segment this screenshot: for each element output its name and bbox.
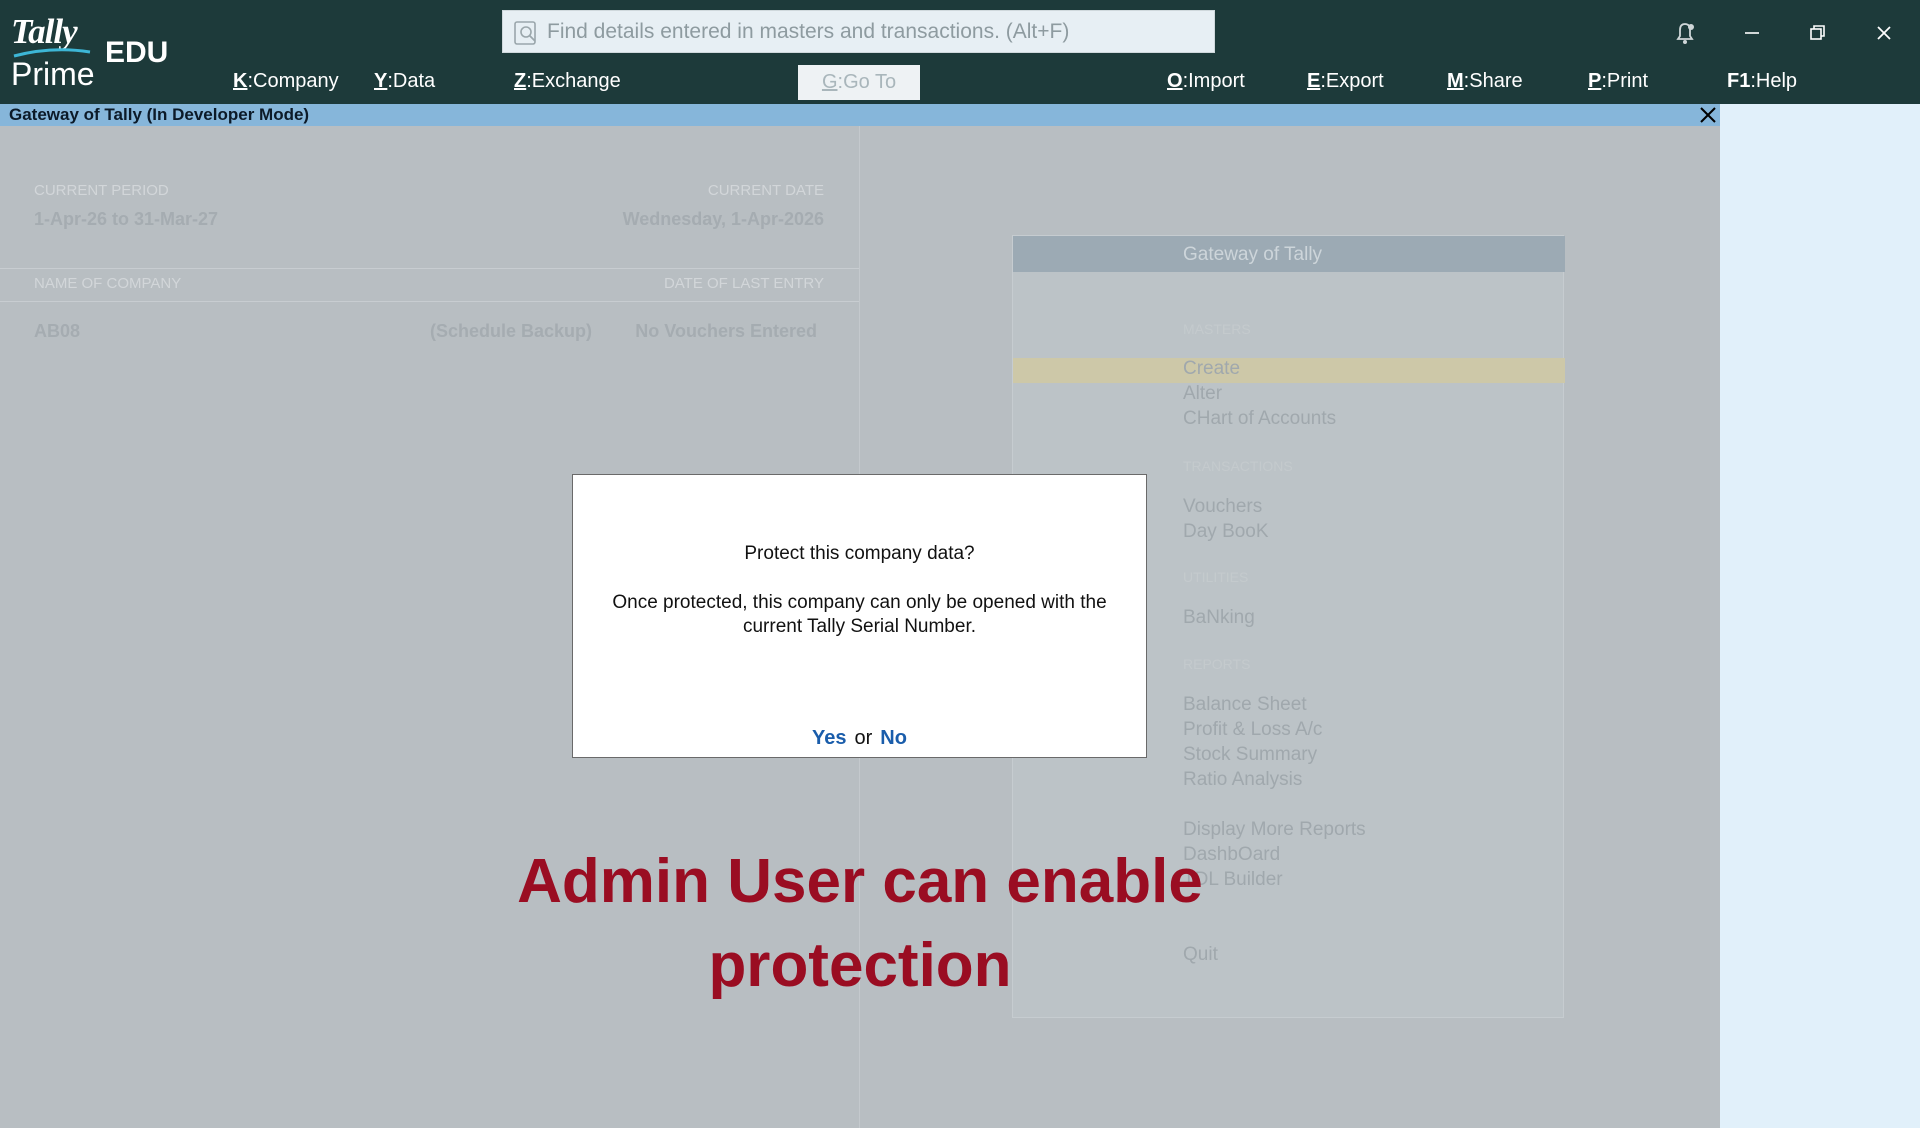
menu-item-banking[interactable]: BaNking (1183, 607, 1255, 629)
menu-label: Share (1469, 70, 1523, 92)
menu-help[interactable]: F1:Help (1727, 70, 1797, 93)
menu-item-alter[interactable]: Alter (1183, 383, 1222, 405)
menu-goto[interactable]: G:Go To (798, 65, 920, 100)
app-logo-tally: Tally (11, 12, 78, 51)
menu-item-stock-summary[interactable]: Stock Summary (1183, 744, 1317, 766)
menu-item-balance-sheet[interactable]: Balance Sheet (1183, 694, 1307, 716)
menu-company[interactable]: K:Company (233, 70, 339, 93)
company-name[interactable]: AB08 (34, 321, 80, 342)
menu-label: Print (1606, 70, 1649, 92)
menu-item-profit-loss[interactable]: Profit & Loss A/c (1183, 719, 1322, 741)
app-edition: EDU (105, 36, 169, 69)
menu-key: Y (374, 70, 388, 92)
search-icon (514, 21, 536, 45)
menu-key: O (1167, 70, 1183, 92)
current-period-value: 1-Apr-26 to 31-Mar-27 (34, 209, 219, 229)
menu-item-create[interactable]: Create (1183, 358, 1240, 380)
caption-line-1: Admin User can enable (517, 847, 1203, 916)
menu-label: Data (392, 70, 436, 92)
schedule-backup: (Schedule Backup) (430, 321, 593, 341)
menu-item-display-more-reports[interactable]: Display More Reports (1183, 819, 1366, 841)
menu-item-ratio-analysis[interactable]: Ratio Analysis (1183, 769, 1302, 791)
gateway-header: Gateway of Tally (1013, 236, 1565, 272)
menu-label: Company (253, 70, 339, 92)
menu-share[interactable]: M:Share (1447, 70, 1523, 93)
close-icon[interactable] (1869, 18, 1899, 48)
protect-company-dialog: Protect this company data? Once protecte… (572, 474, 1147, 758)
menu-key: G (821, 71, 838, 93)
top-bar: Tally Prime EDU Find details entered in … (0, 0, 1920, 104)
menu-key: M (1447, 70, 1464, 92)
menu-import[interactable]: O:Import (1167, 70, 1245, 93)
current-period-label: CURRENT PERIOD (34, 182, 169, 199)
menu-exchange[interactable]: Z:Exchange (514, 70, 621, 93)
section-transactions: TRANSACTIONS (1183, 458, 1293, 474)
section-utilities: UTILITIES (1183, 569, 1249, 585)
window-title-bar: Gateway of Tally (In Developer Mode) (0, 104, 1720, 126)
menu-key: Z (514, 70, 527, 92)
menu-data[interactable]: Y:Data (374, 70, 435, 93)
or-label: or (854, 727, 873, 749)
menu-print[interactable]: P:Print (1588, 70, 1648, 93)
search-input[interactable]: Find details entered in masters and tran… (502, 10, 1215, 53)
menu-key: K (233, 70, 248, 92)
menu-label: Go To (843, 71, 897, 93)
company-name-label: NAME OF COMPANY (34, 275, 182, 292)
window-title: Gateway of Tally (In Developer Mode) (9, 105, 310, 124)
menu-key: F1 (1727, 70, 1751, 92)
minimize-icon[interactable] (1737, 18, 1767, 48)
current-date-label: CURRENT DATE (707, 182, 824, 199)
menu-label: Import (1188, 70, 1245, 92)
right-button-panel (1720, 104, 1920, 1128)
menu-key: P (1588, 70, 1602, 92)
menu-key: E (1307, 70, 1321, 92)
current-date-value: Wednesday, 1-Apr-2026 (622, 209, 824, 229)
menu-label: Export (1325, 70, 1384, 92)
menu-export[interactable]: E:Export (1307, 70, 1384, 93)
divider (0, 268, 859, 269)
section-reports: REPORTS (1183, 656, 1251, 672)
search-placeholder: Find details entered in masters and tran… (547, 20, 1070, 43)
gateway-title: Gateway of Tally (1183, 244, 1323, 265)
app-logo-prime: Prime (11, 56, 95, 92)
notification-bell-icon[interactable] (1670, 18, 1700, 48)
caption-line-2: protection (708, 931, 1012, 1000)
annotation-caption: Admin User can enable protection (480, 840, 1240, 1008)
section-masters: MASTERS (1183, 321, 1251, 337)
menu-item-day-book[interactable]: Day BooK (1183, 521, 1269, 543)
dialog-question: Protect this company data? (744, 543, 975, 564)
last-entry-label: DATE OF LAST ENTRY (663, 275, 824, 292)
menu-label: Help (1755, 70, 1798, 92)
restore-icon[interactable] (1803, 18, 1833, 48)
no-button[interactable]: No (880, 727, 907, 749)
last-entry-value: No Vouchers Entered (635, 321, 817, 341)
menu-item-vouchers[interactable]: Vouchers (1183, 496, 1262, 518)
close-window-icon[interactable] (1698, 105, 1718, 125)
yes-button[interactable]: Yes (812, 727, 846, 749)
menu-label: Exchange (531, 70, 621, 92)
dialog-message: Once protected, this company can only be… (612, 592, 1107, 637)
menu-item-chart-of-accounts[interactable]: CHart of Accounts (1183, 408, 1336, 430)
selected-highlight (1013, 358, 1565, 383)
dialog-answers: Yes or No (573, 727, 1146, 750)
divider (0, 301, 859, 302)
